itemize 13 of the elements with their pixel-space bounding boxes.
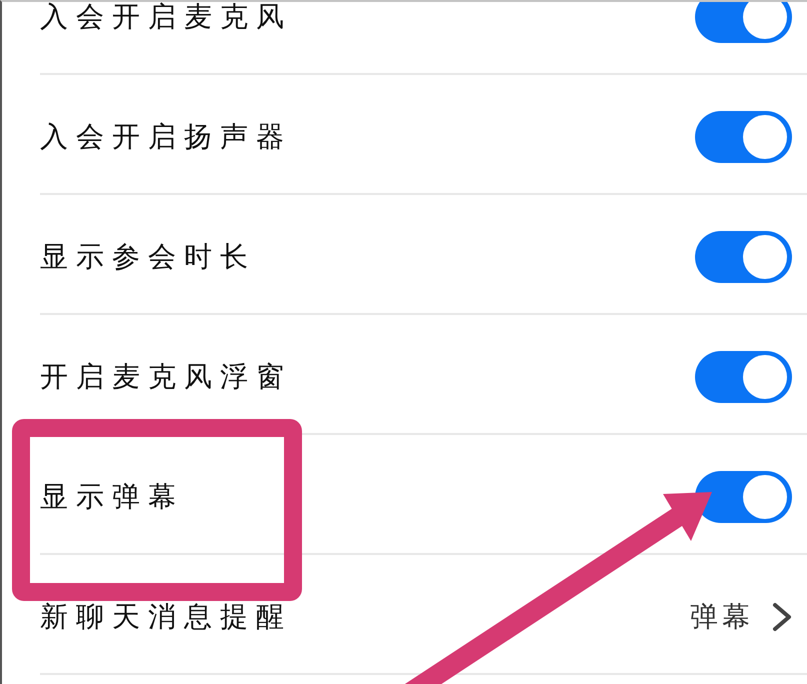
- toggle-switch[interactable]: [695, 110, 792, 162]
- setting-label: 入会开启麦克风: [40, 2, 292, 30]
- setting-label: 显示弹幕: [40, 482, 184, 510]
- setting-label: 显示参会时长: [40, 242, 256, 270]
- setting-label: 入会开启扬声器: [40, 122, 292, 150]
- toggle-switch[interactable]: [695, 2, 792, 42]
- setting-label: 开启麦克风浮窗: [40, 362, 292, 390]
- toggle-switch[interactable]: [695, 230, 792, 282]
- setting-value[interactable]: 弹幕: [690, 602, 754, 632]
- chevron-right-icon[interactable]: [772, 602, 792, 632]
- toggle-switch[interactable]: [695, 350, 792, 402]
- setting-label: 新聊天消息提醒: [40, 602, 292, 630]
- toggle-switch[interactable]: [695, 470, 792, 522]
